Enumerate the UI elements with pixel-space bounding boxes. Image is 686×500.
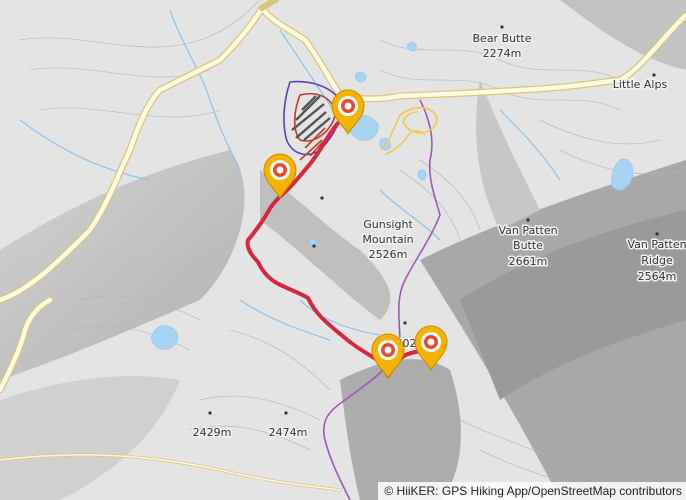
label-van-patten-ridge-elevation: 2564m — [638, 270, 677, 283]
label-van-patten-butte-2: Butte — [513, 239, 543, 252]
label-van-patten-ridge-2: Ridge — [641, 254, 673, 267]
label-peak-2474: 2474m — [269, 426, 308, 439]
label-bear-butte: Bear Butte — [473, 32, 532, 45]
label-bear-butte-elevation: 2274m — [483, 47, 522, 60]
map-view[interactable]: Bear Butte 2274m Little Alps Gunsight Mo… — [0, 0, 686, 500]
label-gunsight-2: Mountain — [362, 233, 413, 246]
label-van-patten-butte-1: Van Patten — [498, 224, 557, 237]
label-gunsight-elevation: 2526m — [369, 248, 408, 261]
label-gunsight-1: Gunsight — [363, 218, 413, 231]
label-little-alps: Little Alps — [613, 78, 668, 91]
label-peak-2429: 2429m — [193, 426, 232, 439]
label-van-patten-ridge-1: Van Patten — [627, 238, 686, 251]
map-canvas[interactable]: Bear Butte 2274m Little Alps Gunsight Mo… — [0, 0, 686, 500]
map-attribution[interactable]: © HiiKER: GPS Hiking App/OpenStreetMap c… — [378, 482, 686, 500]
label-van-patten-butte-elevation: 2661m — [509, 255, 548, 268]
